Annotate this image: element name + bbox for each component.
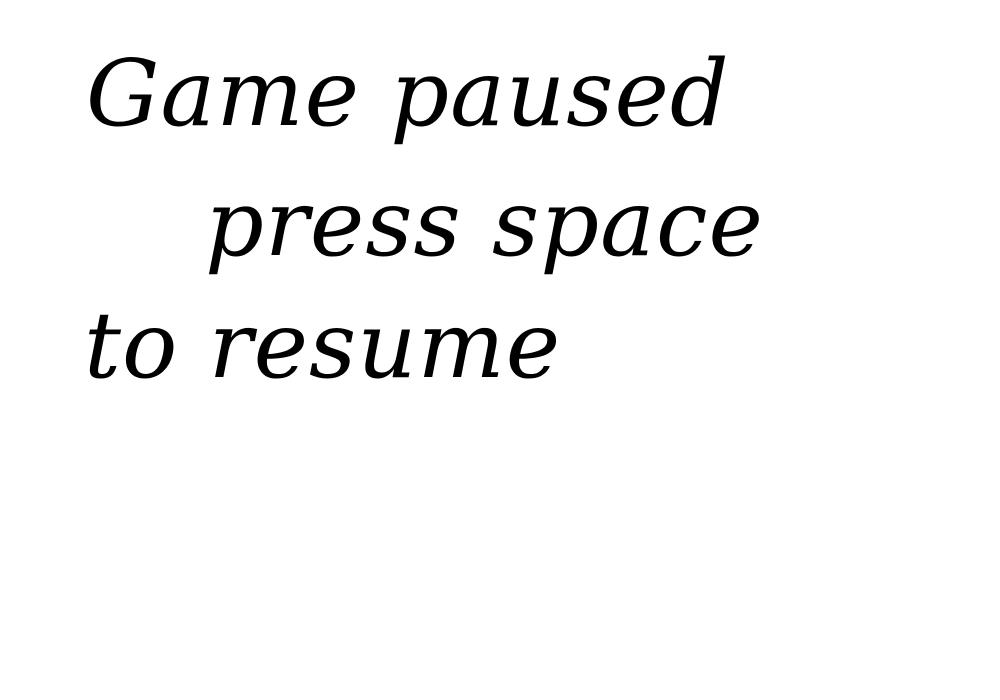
pause-screen: Game paused press space to resume [0,0,1000,700]
resume-instruction-line-continued: to resume [84,292,562,399]
pause-title-line: Game paused [86,40,730,147]
resume-instruction-line: press space [205,170,764,277]
